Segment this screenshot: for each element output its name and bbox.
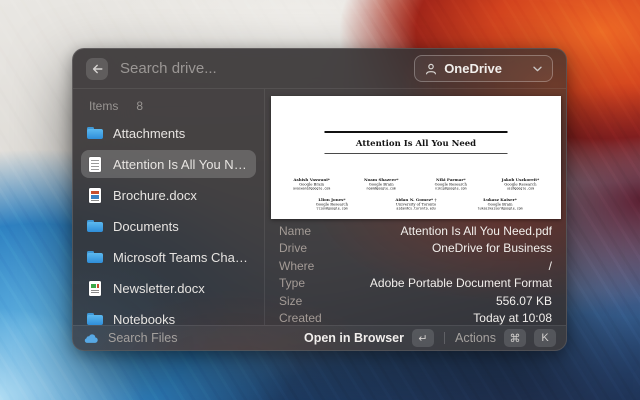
sidebar-item-brochure-docx[interactable]: Brochure.docx [81,181,256,209]
pdf-preview-page: Attention Is All You Need Ashish Vaswani… [271,96,561,219]
metadata-row-size: Size 556.07 KB [279,292,552,310]
paper-author: Łukasz Kaiser* Google Brain lukaszkaiser… [458,197,542,211]
file-name: Microsoft Teams Chat Files [113,250,250,265]
bottombar-divider [444,332,445,344]
open-in-browser-button[interactable]: Open in Browser [304,331,404,345]
folder-icon [87,218,103,234]
sidebar-item-documents[interactable]: Documents [81,212,256,240]
back-button[interactable] [86,58,108,80]
actions-button[interactable]: Actions [455,331,496,345]
sidebar-item-teams-chat-files[interactable]: Microsoft Teams Chat Files [81,243,256,271]
command-key-badge: ⌘ [504,329,526,347]
metadata-row-type: Type Adobe Portable Document Format [279,275,552,293]
cloud-icon [83,333,98,343]
paper-author: Ashish Vaswani* Google Brain avaswani@go… [276,177,346,191]
items-header: Items 8 [81,93,256,119]
paper-author: Noam Shazeer* Google Brain noam@google.c… [346,177,416,191]
sidebar-item-newsletter-docx[interactable]: Newsletter.docx [81,274,256,302]
file-name: Attention Is All You Need.pdf [113,157,250,172]
paper-rule-thick [324,131,507,133]
file-name: Newsletter.docx [113,281,205,296]
back-arrow-icon [92,64,103,74]
k-key-badge: K [534,329,556,347]
topbar: OneDrive [73,49,566,89]
paper-author: Niki Parmar* Google Research nikip@googl… [416,177,486,191]
app-label: Search Files [108,331,177,345]
file-name: Attachments [113,126,185,141]
chevron-down-icon [533,66,542,72]
person-icon [425,63,437,75]
file-name: Documents [113,219,179,234]
paper-author: Aidan N. Gomez* † University of Toronto … [373,197,457,211]
return-key-badge: ↵ [412,329,434,347]
window-body: Items 8 Attachments Attention Is All You… [73,89,566,325]
pdf-preview: Attention Is All You Need Ashish Vaswani… [265,89,566,219]
items-count: 8 [136,99,143,113]
detail-pane: Attention Is All You Need Ashish Vaswani… [265,89,566,325]
metadata-row-name: Name Attention Is All You Need.pdf [279,222,552,240]
pdf-file-icon [89,157,101,172]
folder-icon [87,125,103,141]
bottombar: Search Files Open in Browser ↵ Actions ⌘… [73,325,566,350]
paper-authors-row-1: Ashish Vaswani* Google Brain avaswani@go… [271,177,561,191]
file-name: Brochure.docx [113,188,197,203]
metadata-row-drive: Drive OneDrive for Business [279,240,552,258]
search-input[interactable] [118,59,404,78]
paper-rule-thin [324,153,507,154]
results-sidebar: Items 8 Attachments Attention Is All You… [73,89,265,325]
drive-selector-dropdown[interactable]: OneDrive [414,55,553,82]
folder-icon [87,249,103,265]
paper-author: Llion Jones* Google Research llion@googl… [289,197,373,211]
metadata-panel: Name Attention Is All You Need.pdf Drive… [265,219,566,327]
items-header-label: Items [89,99,118,113]
drive-selector-label: OneDrive [444,61,502,76]
search-drive-window: OneDrive Items 8 Attachments Attention I… [72,48,567,351]
sidebar-item-attachments[interactable]: Attachments [81,119,256,147]
paper-author: Jakob Uszkoreit* Google Research usz@goo… [485,177,555,191]
docx-file-icon [89,188,101,203]
docx-file-icon [89,281,101,296]
metadata-row-where: Where / [279,257,552,275]
paper-authors-row-2: Llion Jones* Google Research llion@googl… [271,197,561,211]
sidebar-item-attention-pdf[interactable]: Attention Is All You Need.pdf [81,150,256,178]
paper-title: Attention Is All You Need [271,139,561,149]
